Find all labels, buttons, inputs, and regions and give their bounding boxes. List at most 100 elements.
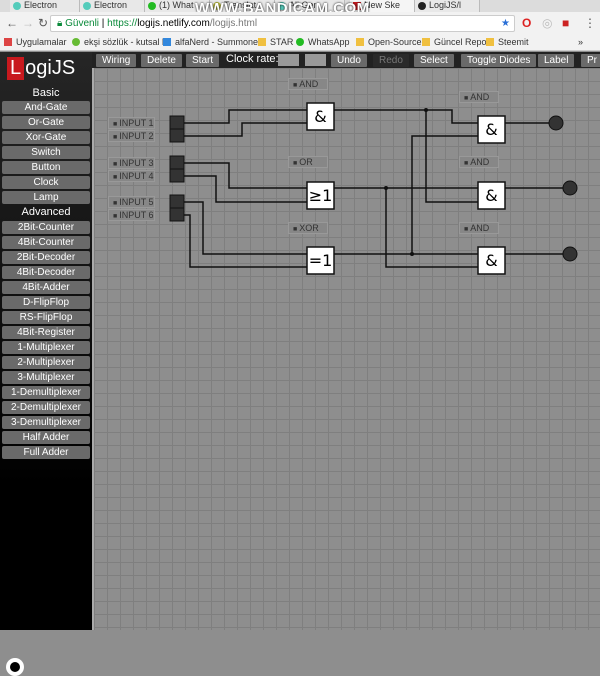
wiring-button[interactable]: Wiring: [96, 54, 137, 67]
tab-title: Electron: [94, 0, 128, 10]
back-icon[interactable]: ←: [6, 16, 18, 30]
sidebar-item-2bit-counter[interactable]: 2Bit-Counter: [2, 221, 90, 234]
tab-favicon-icon: [13, 2, 21, 10]
folder-icon: [356, 38, 364, 46]
gate-label[interactable]: OR: [288, 156, 328, 168]
logo: LogiJS: [7, 57, 75, 80]
label-button[interactable]: Label: [538, 54, 575, 67]
sidebar-item-xor-gate[interactable]: Xor-Gate: [2, 131, 90, 144]
bookmark[interactable]: Güncel Repo: [422, 37, 487, 47]
start-button[interactable]: Start: [186, 54, 220, 67]
whatsapp-icon: [296, 38, 304, 46]
redo-button[interactable]: Redo: [373, 54, 409, 67]
reload-icon[interactable]: ↻: [38, 16, 48, 30]
browser-tab[interactable]: Electron: [10, 0, 80, 12]
gate-label[interactable]: AND: [459, 222, 499, 234]
sidebar-item-4bit-register[interactable]: 4Bit-Register: [2, 326, 90, 339]
bookmark-label: alfaNerd - Summone: [175, 37, 259, 47]
bookmark-label: Steemit: [498, 37, 529, 47]
sidebar-item-and-gate[interactable]: And-Gate: [2, 101, 90, 114]
sidebar-item-or-gate[interactable]: Or-Gate: [2, 116, 90, 129]
apps-icon: [4, 38, 12, 46]
url-input[interactable]: 🔒︎ Güvenli | https://logijs.netlify.com/…: [50, 15, 515, 32]
toggle-diodes-button[interactable]: Toggle Diodes: [461, 54, 537, 67]
clock-rate-label: Clock rate:: [226, 53, 279, 65]
bookmark[interactable]: WhatsApp: [296, 37, 350, 47]
opera-icon[interactable]: O: [522, 16, 531, 30]
folder-icon: [422, 38, 430, 46]
whatsapp-icon: [148, 2, 156, 10]
sidebar-item-4bit-decoder[interactable]: 4Bit-Decoder: [2, 266, 90, 279]
tab-title: (1) What: [159, 0, 194, 10]
circuit-canvas[interactable]: [92, 68, 600, 630]
delete-button[interactable]: Delete: [141, 54, 182, 67]
sidebar-item-2-multiplexer[interactable]: 2-Multiplexer: [2, 356, 90, 369]
extension-icon[interactable]: ◎: [542, 16, 552, 30]
sidebar-item-lamp[interactable]: Lamp: [2, 191, 90, 204]
bookmark-apps[interactable]: Uygulamalar: [4, 37, 67, 47]
url-host: logijs.netlify.com: [137, 18, 210, 29]
folder-icon: [486, 38, 494, 46]
gate-label[interactable]: XOR: [288, 222, 328, 234]
bookmark-label: Güncel Repo: [434, 37, 487, 47]
bookmark-label: STAR: [270, 37, 294, 47]
tab-title: LogiJS/l: [429, 0, 462, 10]
address-bar-row: ← → ↻ 🔒︎ Güvenli | https://logijs.netlif…: [0, 12, 600, 34]
toolbar: Wiring Delete Start Clock rate: Undo Red…: [92, 52, 600, 68]
input-label[interactable]: INPUT 1: [108, 117, 155, 129]
sidebar-item-1-multiplexer[interactable]: 1-Multiplexer: [2, 341, 90, 354]
advanced-heading: Advanced: [21, 206, 71, 218]
input-label[interactable]: INPUT 6: [108, 209, 155, 221]
bookmark[interactable]: Open-Source: [356, 37, 422, 47]
clock-rate-increase[interactable]: [305, 54, 326, 66]
sidebar-item-rs-flipflop[interactable]: RS-FlipFlop: [2, 311, 90, 324]
basic-heading: Basic: [32, 87, 60, 99]
sidebar-item-switch[interactable]: Switch: [2, 146, 90, 159]
sidebar-item-2-demultiplexer[interactable]: 2-Demultiplexer: [2, 401, 90, 414]
forward-icon[interactable]: →: [22, 16, 34, 30]
browser-tab[interactable]: LogiJS/l: [415, 0, 480, 12]
bookmark[interactable]: STAR: [258, 37, 293, 47]
drop-icon: [72, 38, 80, 46]
input-label[interactable]: INPUT 4: [108, 170, 155, 182]
sidebar-item-half-adder[interactable]: Half Adder: [2, 431, 90, 444]
input-label[interactable]: INPUT 2: [108, 130, 155, 142]
sidebar-item-2bit-decoder[interactable]: 2Bit-Decoder: [2, 251, 90, 264]
site-icon: [163, 38, 171, 46]
star-icon[interactable]: ★: [501, 16, 510, 31]
gate-label[interactable]: AND: [288, 78, 328, 90]
more-button[interactable]: Pr: [581, 54, 600, 67]
undo-button[interactable]: Undo: [331, 54, 367, 67]
sidebar-item-4bit-adder[interactable]: 4Bit-Adder: [2, 281, 90, 294]
tab-title: Electron: [24, 0, 58, 10]
bookmark[interactable]: alfaNerd - Summone: [163, 37, 258, 47]
gate-label[interactable]: AND: [459, 156, 499, 168]
gate-label[interactable]: AND: [459, 91, 499, 103]
bookmark-label: Uygulamalar: [16, 37, 67, 47]
extension-icon[interactable]: ■: [562, 16, 569, 30]
sidebar-item-1-demultiplexer[interactable]: 1-Demultiplexer: [2, 386, 90, 399]
tab-favicon-icon: [83, 2, 91, 10]
sidebar-item-full-adder[interactable]: Full Adder: [2, 446, 90, 459]
more-bookmarks-button[interactable]: »: [578, 37, 583, 47]
sidebar-item-4bit-counter[interactable]: 4Bit-Counter: [2, 236, 90, 249]
github-icon[interactable]: [6, 658, 24, 676]
browser-tab-strip: Electron Electron (1) What Translat Ali …: [0, 0, 600, 17]
sidebar-item-3-demultiplexer[interactable]: 3-Demultiplexer: [2, 416, 90, 429]
input-label[interactable]: INPUT 3: [108, 157, 155, 169]
folder-icon: [258, 38, 266, 46]
sidebar-item-button[interactable]: Button: [2, 161, 90, 174]
url-path: /logijs.html: [209, 18, 258, 29]
clock-rate-decrease[interactable]: [278, 54, 299, 66]
select-button[interactable]: Select: [414, 54, 454, 67]
bookmark[interactable]: ekşi sözlük - kutsal b: [72, 37, 167, 47]
sidebar-item-clock[interactable]: Clock: [2, 176, 90, 189]
sidebar-item-d-flipflop[interactable]: D-FlipFlop: [2, 296, 90, 309]
github-icon: [418, 2, 426, 10]
bookmark[interactable]: Steemit: [486, 37, 529, 47]
sidebar-item-3-multiplexer[interactable]: 3-Multiplexer: [2, 371, 90, 384]
browser-tab[interactable]: Electron: [80, 0, 145, 12]
bookmark-label: WhatsApp: [308, 37, 350, 47]
input-label[interactable]: INPUT 5: [108, 196, 155, 208]
menu-icon[interactable]: ⋮: [584, 16, 596, 30]
